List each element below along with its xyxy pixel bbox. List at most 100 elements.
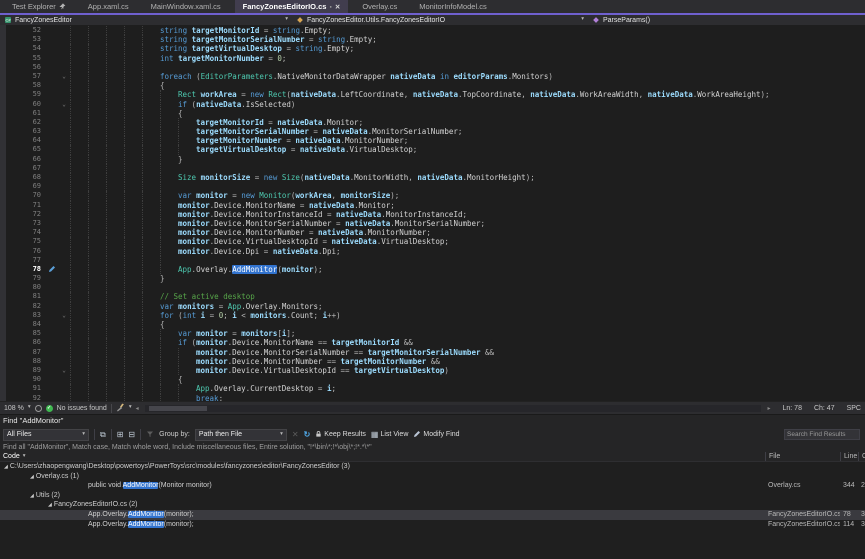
indent-guide (88, 375, 106, 384)
tab-app-xaml-cs[interactable]: App.xaml.cs (80, 0, 137, 13)
search-find-results-input[interactable] (784, 429, 860, 440)
code-line[interactable]: 60⌄if (nativeData.IsSelected) (6, 100, 865, 109)
code-line[interactable]: 88monitor.Device.MonitorNumber == target… (6, 357, 865, 366)
code-line[interactable]: 92break; (6, 394, 865, 402)
refresh-icon[interactable]: ↻ (304, 431, 311, 439)
project-dropdown[interactable]: C# FancyZonesEditor ▾ (0, 15, 292, 25)
code-line[interactable]: 73monitor.Device.MonitorSerialNumber = n… (6, 219, 865, 228)
code-line[interactable]: 71monitor.Device.MonitorName = nativeDat… (6, 201, 865, 210)
code-line[interactable]: 82var monitors = App.Overlay.Monitors; (6, 302, 865, 311)
zoom-level[interactable]: 108 % (4, 405, 24, 412)
indent-guide (124, 127, 142, 136)
close-icon[interactable]: ✕ (335, 3, 340, 11)
fold-chevron-icon[interactable]: ⌄ (58, 72, 70, 81)
code-line[interactable]: 52string targetMonitorId = string.Empty; (6, 26, 865, 35)
fold-chevron-icon[interactable]: ⌄ (58, 366, 70, 375)
copy-icon[interactable]: ⧉ (100, 431, 106, 439)
fold-chevron-icon[interactable]: ⌄ (58, 100, 70, 109)
expand-all-icon[interactable]: ⊞ (117, 431, 124, 439)
code-line[interactable]: 66} (6, 155, 865, 164)
code-line[interactable]: 64targetMonitorNumber = nativeData.Monit… (6, 136, 865, 145)
code-line[interactable]: 75monitor.Device.VirtualDesktopId = nati… (6, 237, 865, 246)
code-line[interactable]: 62targetMonitorId = nativeData.Monitor; (6, 118, 865, 127)
code-tab[interactable]: Code ▾ (0, 453, 26, 460)
document-health-icon[interactable] (35, 405, 42, 412)
code-line[interactable]: 61{ (6, 109, 865, 118)
type-dropdown[interactable]: FancyZonesEditor.Utils.FancyZonesEditorI… (292, 15, 588, 25)
code-line[interactable]: 54string targetVirtualDesktop = string.E… (6, 44, 865, 53)
code-line[interactable]: 76monitor.Device.Dpi = nativeData.Dpi; (6, 247, 865, 256)
code-line[interactable]: 58{ (6, 81, 865, 90)
code-line[interactable]: 74monitor.Device.MonitorNumber = nativeD… (6, 228, 865, 237)
fold-chevron-icon[interactable]: ⌄ (58, 311, 70, 320)
indent-guide (124, 100, 142, 109)
code-line[interactable]: 83⌄for (int i = 0; i < monitors.Count; i… (6, 311, 865, 320)
health-status-text[interactable]: No issues found (57, 405, 107, 412)
code-line[interactable]: 84{ (6, 320, 865, 329)
code-line[interactable]: 86if (monitor.Device.MonitorName == targ… (6, 338, 865, 347)
code-line[interactable]: 57⌄foreach (EditorParameters.NativeMonit… (6, 72, 865, 81)
results-match-row[interactable]: App.Overlay.AddMonitor(monitor);FancyZon… (0, 510, 865, 520)
code-line[interactable]: 89⌄monitor.Device.VirtualDesktopId == ta… (6, 366, 865, 375)
results-match-row[interactable]: public void AddMonitor(Monitor monitor)O… (0, 481, 865, 491)
member-dropdown[interactable]: ParseParams() (588, 15, 865, 25)
results-group-row[interactable]: ◢Overlay.cs (1) (0, 472, 865, 482)
code-line[interactable]: 81// Set active desktop (6, 292, 865, 301)
code-editor[interactable]: 52string targetMonitorId = string.Empty;… (0, 25, 865, 401)
tree-expand-icon[interactable]: ◢ (30, 493, 34, 499)
code-line[interactable]: 78App.Overlay.AddMonitor(monitor); (6, 265, 865, 274)
broom-caret-icon[interactable]: ▾ (129, 405, 132, 411)
zoom-caret-icon[interactable]: ▾ (28, 405, 31, 411)
scrollbar-thumb[interactable] (149, 406, 207, 411)
clear-results-icon[interactable]: ✕ (292, 431, 299, 439)
code-line[interactable]: 90{ (6, 375, 865, 384)
tab-monitorinfomodel-cs[interactable]: MonitorInfoModel.cs (411, 0, 495, 13)
group-by-dropdown[interactable]: Path then File ▾ (195, 429, 287, 441)
line-indicator[interactable]: Ln: 78 (783, 405, 802, 412)
code-line[interactable]: 56 (6, 63, 865, 72)
code-line[interactable]: 77 (6, 256, 865, 265)
code-line[interactable]: 68Size monitorSize = new Size(nativeData… (6, 173, 865, 182)
modify-find-button[interactable]: Modify Find (413, 430, 459, 440)
code-line[interactable]: 55int targetMonitorNumber = 0; (6, 54, 865, 63)
code-line[interactable]: 69 (6, 182, 865, 191)
column-header-column[interactable]: C (858, 452, 865, 461)
code-line[interactable]: 72monitor.Device.MonitorInstanceId = nat… (6, 210, 865, 219)
scope-dropdown[interactable]: All Files ▾ (3, 429, 89, 441)
tree-expand-icon[interactable]: ◢ (30, 474, 34, 480)
results-group-row[interactable]: ◢FancyZonesEditorIO.cs (2) (0, 500, 865, 510)
tab-fancyzoneseditorio-cs[interactable]: FancyZonesEditorIO.cs●✕ (235, 0, 349, 13)
column-indicator[interactable]: Ch: 47 (814, 405, 835, 412)
code-line[interactable]: 70var monitor = new Monitor(workArea, mo… (6, 191, 865, 200)
column-header-file[interactable]: File (765, 452, 840, 461)
tree-expand-icon[interactable]: ◢ (4, 464, 8, 470)
filter-icon[interactable] (146, 430, 154, 440)
code-line[interactable]: 85var monitor = monitors[i]; (6, 329, 865, 338)
code-line[interactable]: 80 (6, 283, 865, 292)
code-line[interactable]: 53string targetMonitorSerialNumber = str… (6, 35, 865, 44)
code-line[interactable]: 65targetVirtualDesktop = nativeData.Virt… (6, 145, 865, 154)
results-group-row[interactable]: ◢Utils (2) (0, 491, 865, 501)
results-match-row[interactable]: App.Overlay.AddMonitor(monitor);FancyZon… (0, 520, 865, 530)
tree-expand-icon[interactable]: ◢ (48, 502, 52, 508)
list-view-button[interactable]: ▦ List View (371, 431, 408, 439)
code-line[interactable]: 63targetMonitorSerialNumber = nativeData… (6, 127, 865, 136)
tab-test-explorer[interactable]: Test Explorer (4, 0, 74, 13)
code-line[interactable]: 91App.Overlay.CurrentDesktop = i; (6, 384, 865, 393)
space-mode-indicator[interactable]: SPC (847, 405, 861, 412)
tab-overlay-cs[interactable]: Overlay.cs (354, 0, 405, 13)
code-cleanup-broom-icon[interactable] (116, 403, 125, 414)
code-line[interactable]: 79} (6, 274, 865, 283)
results-group-row[interactable]: ◢C:\Users\zhaopengwang\Desktop\powertoys… (0, 462, 865, 472)
keep-results-button[interactable]: Keep Results (315, 430, 366, 440)
column-header-line[interactable]: Line (840, 452, 858, 461)
collapse-all-icon[interactable]: ⊟ (128, 431, 135, 439)
code-line[interactable]: 59Rect workArea = new Rect(nativeData.Le… (6, 90, 865, 99)
code-line[interactable]: 67 (6, 164, 865, 173)
pin-icon[interactable] (59, 3, 66, 10)
scroll-right-icon[interactable]: ▸ (767, 405, 770, 412)
tab-mainwindow-xaml-cs[interactable]: MainWindow.xaml.cs (143, 0, 229, 13)
horizontal-scrollbar[interactable] (145, 405, 762, 412)
scroll-left-icon[interactable]: ◂ (136, 405, 139, 412)
code-line[interactable]: 87monitor.Device.MonitorSerialNumber == … (6, 348, 865, 357)
